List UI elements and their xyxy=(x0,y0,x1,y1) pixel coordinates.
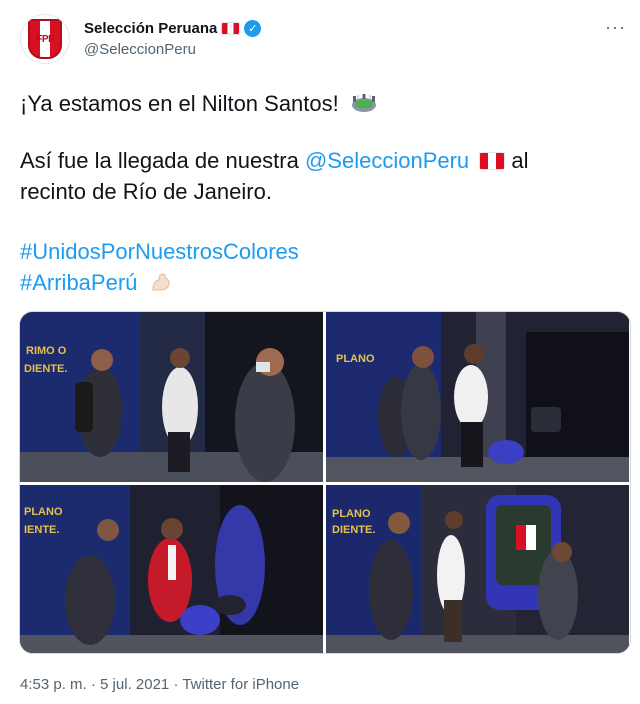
avatar-text: FPF xyxy=(36,33,54,45)
media-photo-1[interactable]: RIMO O DIENTE. xyxy=(20,312,323,482)
media-photo-2[interactable]: PLANO xyxy=(326,312,629,482)
avatar[interactable]: FPF xyxy=(20,14,70,64)
svg-text:PLANO: PLANO xyxy=(24,506,63,518)
hashtags: #UnidosPorNuestrosColores #ArribaPerú xyxy=(20,236,620,298)
svg-text:RIMO O: RIMO O xyxy=(26,345,67,357)
tweet-text-line-3: recinto de Río de Janeiro. xyxy=(20,179,272,204)
tweet-text-paragraph-2: Así fue la llegada de nuestra @Seleccion… xyxy=(20,145,620,207)
verified-badge-icon: ✓ xyxy=(244,20,262,37)
author-handle[interactable]: @SeleccionPeru xyxy=(84,41,196,58)
media-photo-4[interactable]: PLANO DIENTE. xyxy=(326,485,629,653)
hashtag-link[interactable]: #ArribaPerú xyxy=(20,270,137,295)
display-name[interactable]: Selección Peruana xyxy=(84,20,217,37)
tweet-card: FPF Selección Peruana ✓ @SeleccionPeru ·… xyxy=(0,0,640,704)
flexed-biceps-icon xyxy=(152,273,170,291)
svg-text:PLANO: PLANO xyxy=(336,353,375,365)
peru-flag-icon xyxy=(479,152,506,170)
media-photo-3[interactable]: PLANO IENTE. xyxy=(20,485,323,653)
tweet-text: ¡Ya estamos en el Nilton Santos! xyxy=(20,91,339,116)
svg-text:PLANO: PLANO xyxy=(332,508,371,520)
hashtag-link[interactable]: #UnidosPorNuestrosColores xyxy=(20,239,299,264)
tweet-text-line-1: ¡Ya estamos en el Nilton Santos! xyxy=(20,88,620,119)
author-name-row[interactable]: Selección Peruana ✓ xyxy=(84,20,262,37)
svg-text:DIENTE.: DIENTE. xyxy=(332,524,375,536)
stadium-icon xyxy=(351,94,376,112)
svg-text:IENTE.: IENTE. xyxy=(24,524,59,536)
more-options-icon[interactable]: ··· xyxy=(605,18,626,36)
tweet-text: al xyxy=(505,148,529,173)
tweet-text-line-2: Así fue la llegada de nuestra @Seleccion… xyxy=(20,145,620,176)
fpf-crest-icon: FPF xyxy=(28,19,62,59)
tweet-date[interactable]: 5 jul. 2021 xyxy=(100,676,169,693)
tweet-client[interactable]: Twitter for iPhone xyxy=(182,676,299,693)
tweet-time[interactable]: 4:53 p. m. xyxy=(20,676,87,693)
peru-flag-icon xyxy=(221,22,241,35)
separator: · xyxy=(86,676,101,693)
media-grid[interactable]: RIMO O DIENTE. PLANO PLANO IENTE. PLANO … xyxy=(19,311,631,654)
svg-text:DIENTE.: DIENTE. xyxy=(24,363,67,375)
tweet-metadata: 4:53 p. m. · 5 jul. 2021 · Twitter for i… xyxy=(20,676,299,693)
mention-link[interactable]: @SeleccionPeru xyxy=(305,148,469,173)
separator: · xyxy=(169,676,183,693)
tweet-text: Así fue la llegada de nuestra xyxy=(20,148,305,173)
